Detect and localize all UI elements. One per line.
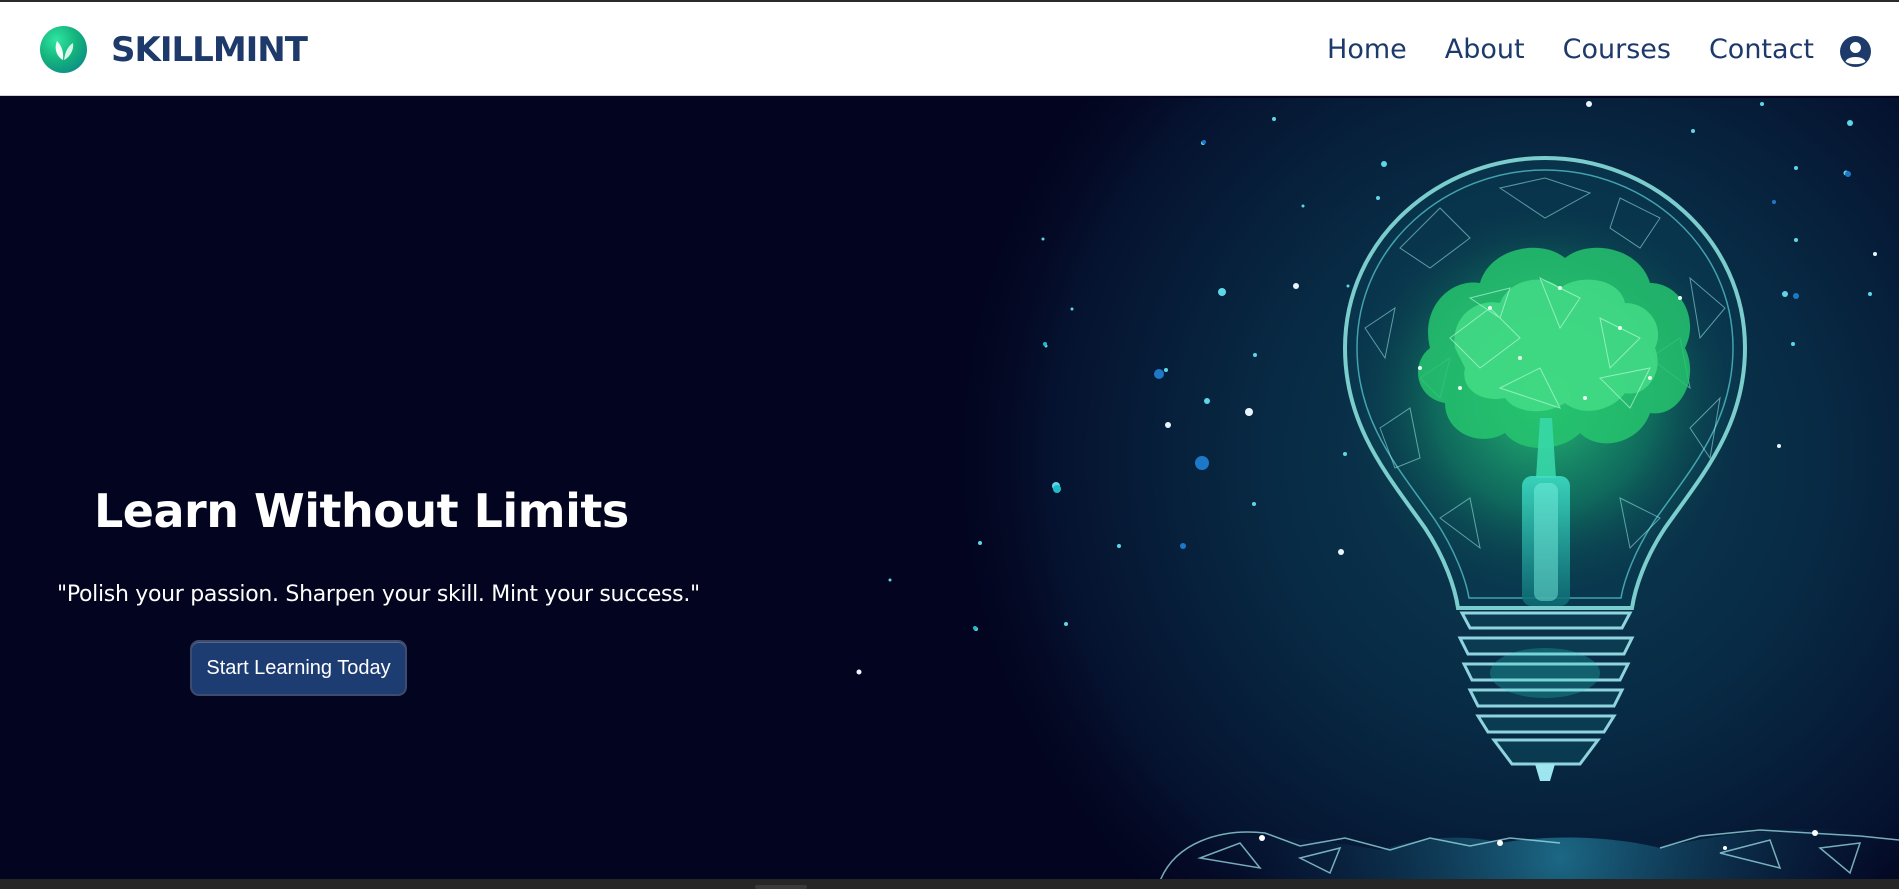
nav-contact-link[interactable]: Contact [1709, 32, 1814, 68]
nav-home-link[interactable]: Home [1327, 32, 1407, 68]
bottom-window-bar [0, 879, 1899, 889]
landing-page: SKILLMINT Home About Courses Contact Lea… [0, 0, 1899, 879]
hero-section: Learn Without Limits "Polish your passio… [0, 98, 1899, 879]
hero-title: Learn Without Limits [94, 484, 629, 538]
nav-courses-link[interactable]: Courses [1563, 32, 1671, 68]
start-learning-button[interactable]: Start Learning Today [190, 640, 407, 696]
top-navbar: SKILLMINT Home About Courses Contact [0, 2, 1899, 96]
hero-tagline: "Polish your passion. Sharpen your skill… [57, 582, 700, 607]
leaf-logo-icon[interactable] [40, 26, 87, 73]
user-circle-icon[interactable] [1839, 35, 1872, 68]
main-nav: Home About Courses Contact [1327, 32, 1814, 68]
bottom-scroll-handle[interactable] [755, 885, 807, 889]
brand-name[interactable]: SKILLMINT [111, 30, 308, 70]
nav-about-link[interactable]: About [1445, 32, 1525, 68]
